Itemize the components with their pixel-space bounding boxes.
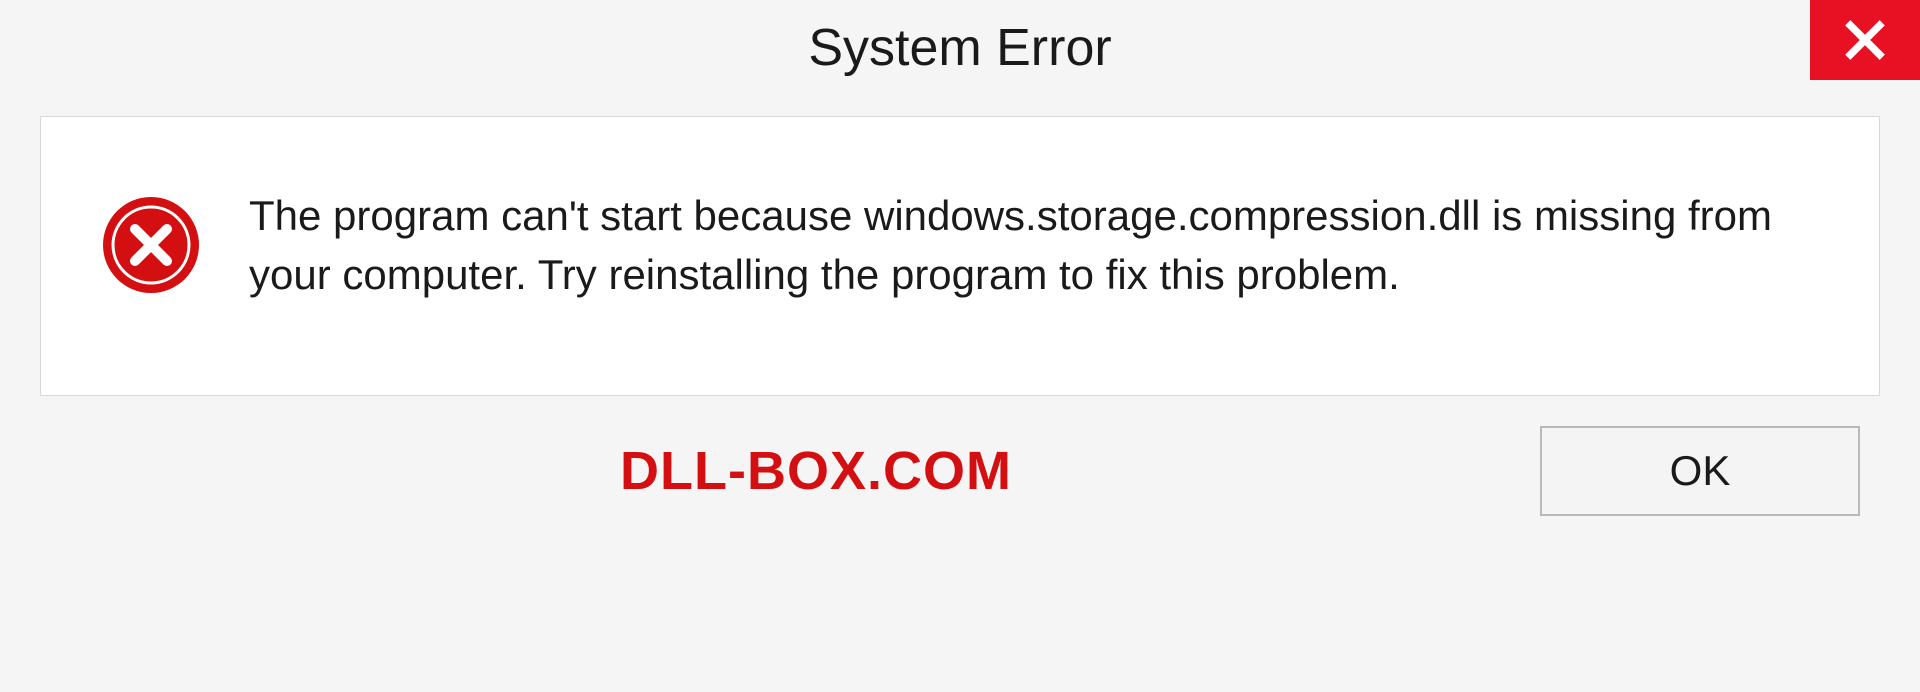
watermark-text: DLL-BOX.COM xyxy=(620,440,1012,502)
error-icon xyxy=(101,195,201,295)
titlebar: System Error xyxy=(0,0,1920,100)
close-icon xyxy=(1843,18,1887,62)
ok-button-label: OK xyxy=(1670,447,1731,495)
window-title: System Error xyxy=(808,18,1111,78)
dialog-content: The program can't start because windows.… xyxy=(40,116,1880,396)
dialog-footer: DLL-BOX.COM OK xyxy=(40,396,1880,546)
ok-button[interactable]: OK xyxy=(1540,426,1860,516)
system-error-dialog: System Error The program can't start bec… xyxy=(0,0,1920,692)
close-button[interactable] xyxy=(1810,0,1920,80)
error-message: The program can't start because windows.… xyxy=(249,187,1819,305)
